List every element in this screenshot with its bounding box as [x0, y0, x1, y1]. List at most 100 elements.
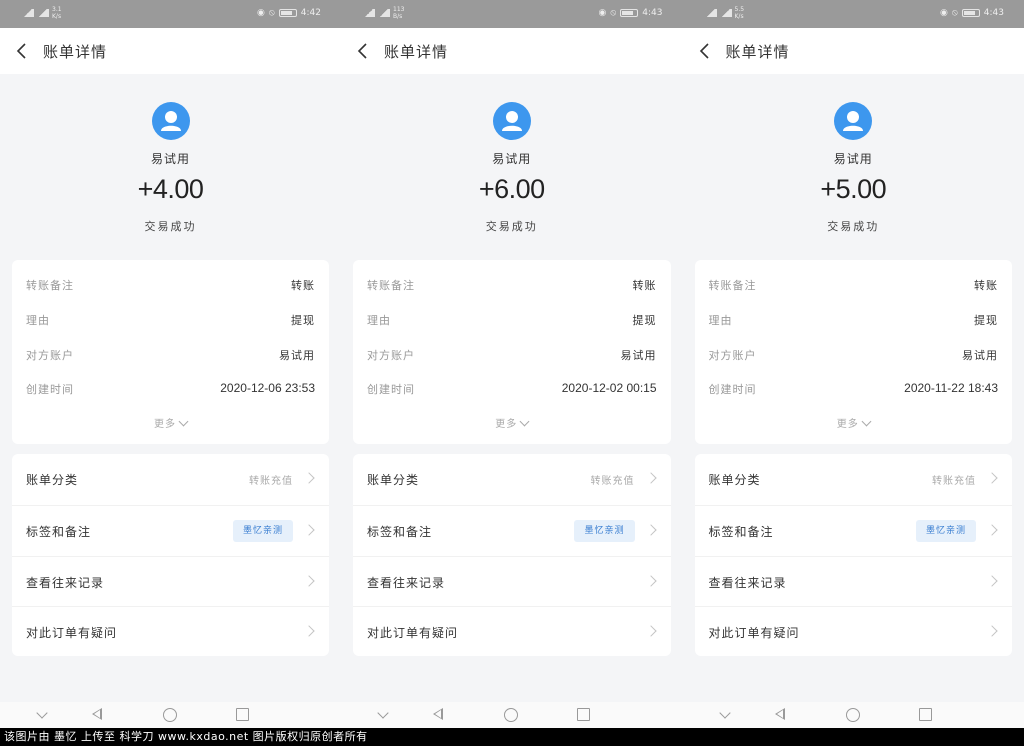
- menu-item-query[interactable]: 对此订单有疑问: [694, 606, 1012, 656]
- avatar[interactable]: [492, 102, 531, 140]
- nav-back-icon[interactable]: [92, 708, 102, 720]
- detail-row-remark: 转账备注 转账: [26, 277, 315, 297]
- menu-label: 对此订单有疑问: [708, 626, 800, 640]
- status-left: 5.5 K/s: [704, 6, 749, 20]
- more-label: 更多: [495, 419, 518, 430]
- chevron-right-icon: [303, 472, 315, 484]
- detail-label: 理由: [708, 314, 733, 327]
- user-icon: [843, 111, 864, 131]
- menu-item-tags[interactable]: 标签和备注 墨忆亲测: [694, 505, 1012, 555]
- chevron-down-icon: [861, 416, 872, 427]
- hide-keyboard-icon[interactable]: [377, 707, 389, 719]
- avatar[interactable]: [834, 102, 873, 140]
- detail-value: 提现: [974, 314, 998, 327]
- menu-card: 账单分类 转账充值 标签和备注 墨忆亲测 查看往来记录 对此订单有疑问: [353, 454, 671, 656]
- nav-recent-icon[interactable]: [918, 708, 932, 721]
- menu-card: 账单分类 转账充值 标签和备注 墨忆亲测 查看往来记录 对此订单有疑问: [694, 454, 1013, 656]
- nav-home-icon[interactable]: [504, 708, 518, 722]
- menu-value: 转账充值: [249, 476, 293, 487]
- chevron-down-icon: [519, 416, 530, 427]
- menu-item-history[interactable]: 查看往来记录: [694, 556, 1012, 606]
- page-title: 账单详情: [725, 43, 790, 61]
- avatar[interactable]: [151, 102, 190, 140]
- menu-item-query[interactable]: 对此订单有疑问: [353, 606, 671, 656]
- system-nav-bar: [0, 702, 341, 728]
- transaction-header: 易试用 +6.00 交易成功: [341, 74, 683, 260]
- detail-value: 转账: [632, 279, 657, 292]
- menu-label: 标签和备注: [26, 525, 92, 539]
- mute-icon: ⦸: [268, 8, 275, 18]
- detail-label: 转账备注: [26, 279, 74, 292]
- detail-row-counterparty: 对方账户 易试用: [367, 347, 657, 367]
- detail-card: 转账备注 转账 理由 提现 对方账户 易试用 创建时间 2020-11-22 1…: [694, 260, 1013, 444]
- detail-row-reason: 理由 提现: [367, 312, 657, 332]
- hide-keyboard-icon[interactable]: [36, 707, 48, 719]
- back-arrow-icon[interactable]: [355, 42, 371, 60]
- more-button[interactable]: 更多: [695, 415, 1013, 430]
- amount: +4.00: [137, 174, 204, 204]
- nav-bar: 账单详情: [682, 28, 1024, 74]
- chevron-right-icon: [644, 625, 657, 637]
- chevron-right-icon: [303, 575, 315, 587]
- back-arrow-icon[interactable]: [14, 42, 30, 60]
- detail-value: 2020-12-06 23:53: [220, 381, 315, 395]
- transaction-status: 交易成功: [144, 220, 197, 233]
- signal-icon: [719, 9, 732, 17]
- status-left: 113 B/s: [363, 6, 407, 20]
- chevron-right-icon: [986, 575, 998, 587]
- nav-home-icon[interactable]: [163, 708, 177, 722]
- nav-back-icon[interactable]: [774, 708, 785, 720]
- menu-item-category[interactable]: 账单分类 转账充值: [695, 454, 1013, 504]
- detail-value: 2020-11-22 18:43: [904, 381, 998, 395]
- nav-back-icon[interactable]: [433, 708, 443, 720]
- more-button[interactable]: 更多: [12, 415, 329, 430]
- menu-label: 对此订单有疑问: [367, 626, 459, 640]
- system-nav-bar: [341, 702, 683, 728]
- signal-icon: [378, 9, 390, 17]
- watermark-caption: 该图片由 墨忆 上传至 科学刀 www.kxdao.net 图片版权归原创者所有: [0, 728, 1024, 746]
- hide-keyboard-icon[interactable]: [718, 707, 731, 719]
- menu-item-query[interactable]: 对此订单有疑问: [12, 606, 329, 656]
- net-speed: 113 B/s: [393, 6, 405, 20]
- detail-label: 对方账户: [367, 349, 415, 362]
- nav-recent-icon[interactable]: [577, 708, 590, 721]
- bill-detail-screen-2: 113 B/s ◉ ⦸ 4:43 账单详情 易试用 +6.00 交易成功 转账备…: [341, 0, 683, 728]
- detail-row-created: 创建时间 2020-12-02 00:15: [367, 381, 657, 401]
- chevron-right-icon: [303, 625, 315, 637]
- chevron-right-icon: [986, 524, 998, 536]
- chevron-right-icon: [303, 524, 315, 536]
- menu-item-tags[interactable]: 标签和备注 墨忆亲测: [12, 505, 329, 555]
- nav-home-icon[interactable]: [845, 708, 860, 722]
- tag-badge: 墨忆亲测: [915, 520, 976, 542]
- nav-bar: 账单详情: [0, 28, 341, 74]
- detail-value: 提现: [291, 314, 315, 327]
- menu-value: 转账充值: [590, 476, 635, 487]
- menu-label: 账单分类: [708, 473, 761, 487]
- menu-item-category[interactable]: 账单分类 转账充值: [353, 454, 671, 504]
- detail-row-counterparty: 对方账户 易试用: [709, 347, 999, 367]
- status-left: 3.1 K/s: [22, 6, 66, 20]
- eye-icon: ◉: [598, 8, 607, 18]
- nav-bar: 账单详情: [341, 28, 683, 74]
- payee-name: 易试用: [150, 152, 190, 166]
- tag-badge: 墨忆亲测: [232, 520, 293, 542]
- payee-name: 易试用: [492, 152, 532, 166]
- mute-icon: ⦸: [951, 8, 958, 18]
- bill-detail-screen-3: 5.5 K/s ◉ ⦸ 4:43 账单详情 易试用 +5.00 交易成功 转账备…: [682, 0, 1024, 728]
- menu-item-tags[interactable]: 标签和备注 墨忆亲测: [353, 505, 671, 555]
- detail-label: 理由: [367, 314, 391, 327]
- nav-recent-icon[interactable]: [236, 708, 249, 721]
- more-button[interactable]: 更多: [353, 415, 671, 430]
- detail-label: 对方账户: [26, 349, 74, 362]
- menu-label: 账单分类: [26, 473, 79, 487]
- back-arrow-icon[interactable]: [697, 42, 713, 60]
- menu-item-history[interactable]: 查看往来记录: [12, 556, 329, 606]
- menu-value: 转账充值: [932, 476, 976, 487]
- transaction-status: 交易成功: [827, 220, 880, 233]
- menu-label: 对此订单有疑问: [26, 626, 118, 640]
- menu-item-history[interactable]: 查看往来记录: [353, 556, 671, 606]
- menu-item-category[interactable]: 账单分类 转账充值: [12, 454, 329, 504]
- detail-row-remark: 转账备注 转账: [709, 277, 999, 297]
- detail-row-reason: 理由 提现: [26, 312, 315, 332]
- more-label: 更多: [836, 419, 859, 430]
